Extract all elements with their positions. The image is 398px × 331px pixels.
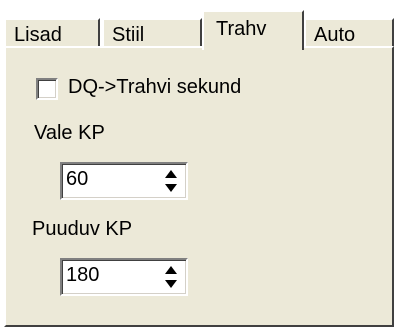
tab-panel-trahv: DQ->Trahvi sekund Vale KP 60 Puuduv KP 1… [4,46,394,327]
spin-up-icon[interactable] [160,264,182,277]
dq-trahvi-sekund-checkbox[interactable] [36,78,58,100]
puuduv-kp-value[interactable]: 180 [66,264,99,287]
vale-kp-spin-buttons[interactable] [160,168,182,194]
puuduv-kp-spinner[interactable]: 180 [60,258,188,296]
spin-down-icon[interactable] [160,277,182,290]
dq-trahvi-sekund-label: DQ->Trahvi sekund [68,76,242,98]
puuduv-kp-label: Puuduv KP [32,218,133,240]
puuduv-kp-spin-buttons[interactable] [160,264,182,290]
spin-down-icon[interactable] [160,181,182,194]
tab-trahv[interactable]: Trahv [202,10,304,50]
vale-kp-value[interactable]: 60 [66,168,88,191]
vale-kp-label: Vale KP [34,122,105,144]
tab-strip: Lisad Stiil Trahv Auto [4,8,396,50]
vale-kp-spinner[interactable]: 60 [60,162,188,200]
spin-up-icon[interactable] [160,168,182,181]
